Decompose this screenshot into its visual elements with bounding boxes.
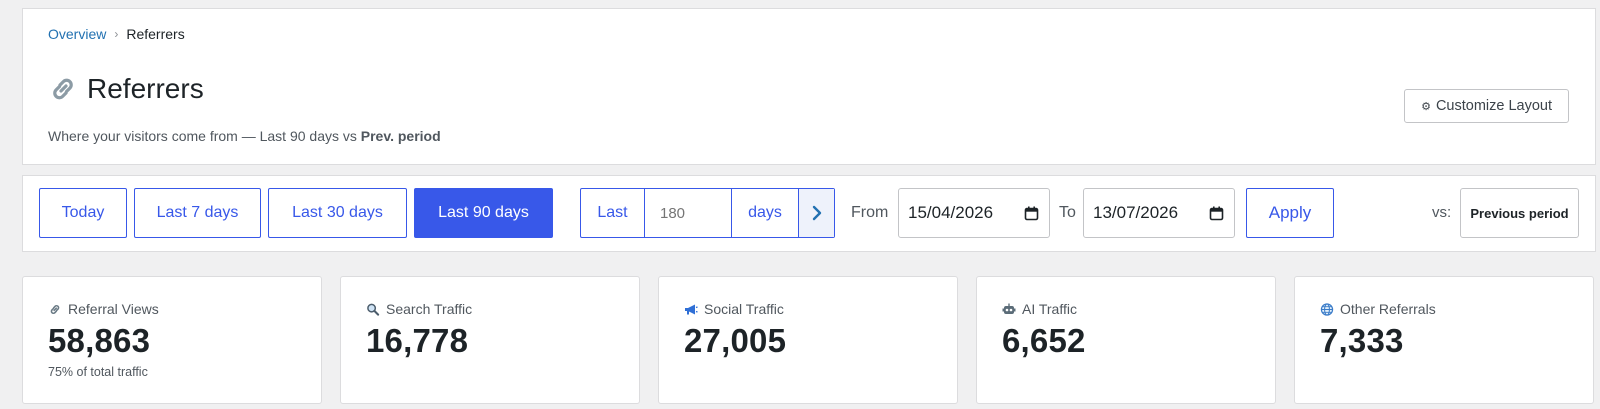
- stat-note: 75% of total traffic: [48, 365, 148, 379]
- from-date-input[interactable]: 15/04/2026: [898, 188, 1050, 238]
- to-label: To: [1059, 204, 1076, 221]
- stat-label: Referral Views: [68, 301, 159, 317]
- link-icon: [50, 304, 60, 314]
- page-title: Referrers: [87, 73, 204, 104]
- to-date-input[interactable]: 13/07/2026: [1083, 188, 1235, 238]
- stat-label: AI Traffic: [1022, 301, 1077, 317]
- calendar-icon[interactable]: [1209, 206, 1224, 221]
- calendar-icon[interactable]: [1024, 206, 1039, 221]
- stat-value: 16,778: [366, 322, 469, 359]
- subtitle-text: Where your visitors come from — Last 90 …: [48, 128, 361, 144]
- globe-icon: [1320, 302, 1334, 316]
- comparison-select[interactable]: Previous period: [1460, 188, 1579, 238]
- to-date-value: 13/07/2026: [1093, 203, 1179, 222]
- stat-card-search-traffic: Search Traffic 16,778: [340, 276, 640, 404]
- customize-layout-label: Customize Layout: [1435, 98, 1552, 114]
- stat-card-social-traffic: Social Traffic 27,005: [658, 276, 958, 404]
- stat-header: Social Traffic: [684, 301, 784, 317]
- magnifier-icon: [367, 303, 380, 316]
- megaphone-icon: [685, 304, 698, 314]
- stat-header: Referral Views: [48, 301, 159, 317]
- chevron-right-icon: [812, 205, 821, 221]
- stat-label: Search Traffic: [386, 301, 473, 317]
- stat-value: 7,333: [1320, 322, 1404, 359]
- page-subtitle: Where your visitors come from — Last 90 …: [48, 128, 441, 144]
- breadcrumb-separator: ›: [114, 27, 119, 41]
- stat-card-ai-traffic: AI Traffic 6,652: [976, 276, 1276, 404]
- robot-icon: [1002, 303, 1016, 314]
- stat-label: Other Referrals: [1340, 301, 1436, 317]
- preset-last-30-days-button[interactable]: Last 30 days: [268, 188, 407, 238]
- stat-value: 27,005: [684, 322, 787, 359]
- stat-header: Other Referrals: [1320, 301, 1436, 317]
- last-days-unit: days: [748, 204, 782, 221]
- breadcrumb: Overview › Referrers: [48, 26, 185, 42]
- page-header: Overview › Referrers Referrers Where you…: [22, 8, 1596, 165]
- stat-label: Social Traffic: [704, 301, 784, 317]
- from-date-value: 15/04/2026: [908, 203, 994, 222]
- breadcrumb-current: Referrers: [126, 26, 185, 42]
- gear-icon: ⚙: [1421, 100, 1431, 113]
- vs-label: vs:: [1432, 204, 1452, 221]
- date-filter-bar: Today Last 7 days Last 30 days Last 90 d…: [22, 175, 1596, 252]
- stat-header: AI Traffic: [1002, 301, 1077, 317]
- stat-value: 6,652: [1002, 322, 1086, 359]
- stat-value: 58,863: [48, 322, 151, 359]
- link-icon: [53, 78, 73, 100]
- preset-today-button[interactable]: Today: [39, 188, 127, 238]
- last-days-input[interactable]: [645, 189, 732, 237]
- customize-layout-button[interactable]: ⚙ Customize Layout: [1404, 89, 1569, 123]
- stat-header: Search Traffic: [366, 301, 472, 317]
- stat-card-other-referrals: Other Referrals 7,333: [1294, 276, 1594, 404]
- custom-last-days-group: Last days: [580, 188, 835, 238]
- stat-card-referral-views: Referral Views 58,863 75% of total traff…: [22, 276, 322, 404]
- title-row: Referrers: [48, 73, 204, 105]
- apply-last-days-button[interactable]: [798, 189, 834, 237]
- preset-last-90-days-button[interactable]: Last 90 days: [414, 188, 553, 238]
- from-label: From: [851, 204, 889, 221]
- last-label: Last: [581, 189, 645, 237]
- apply-button[interactable]: Apply: [1246, 188, 1334, 238]
- preset-last-7-days-button[interactable]: Last 7 days: [134, 188, 261, 238]
- breadcrumb-overview-link[interactable]: Overview: [48, 26, 106, 42]
- subtitle-comparison: Prev. period: [360, 128, 441, 144]
